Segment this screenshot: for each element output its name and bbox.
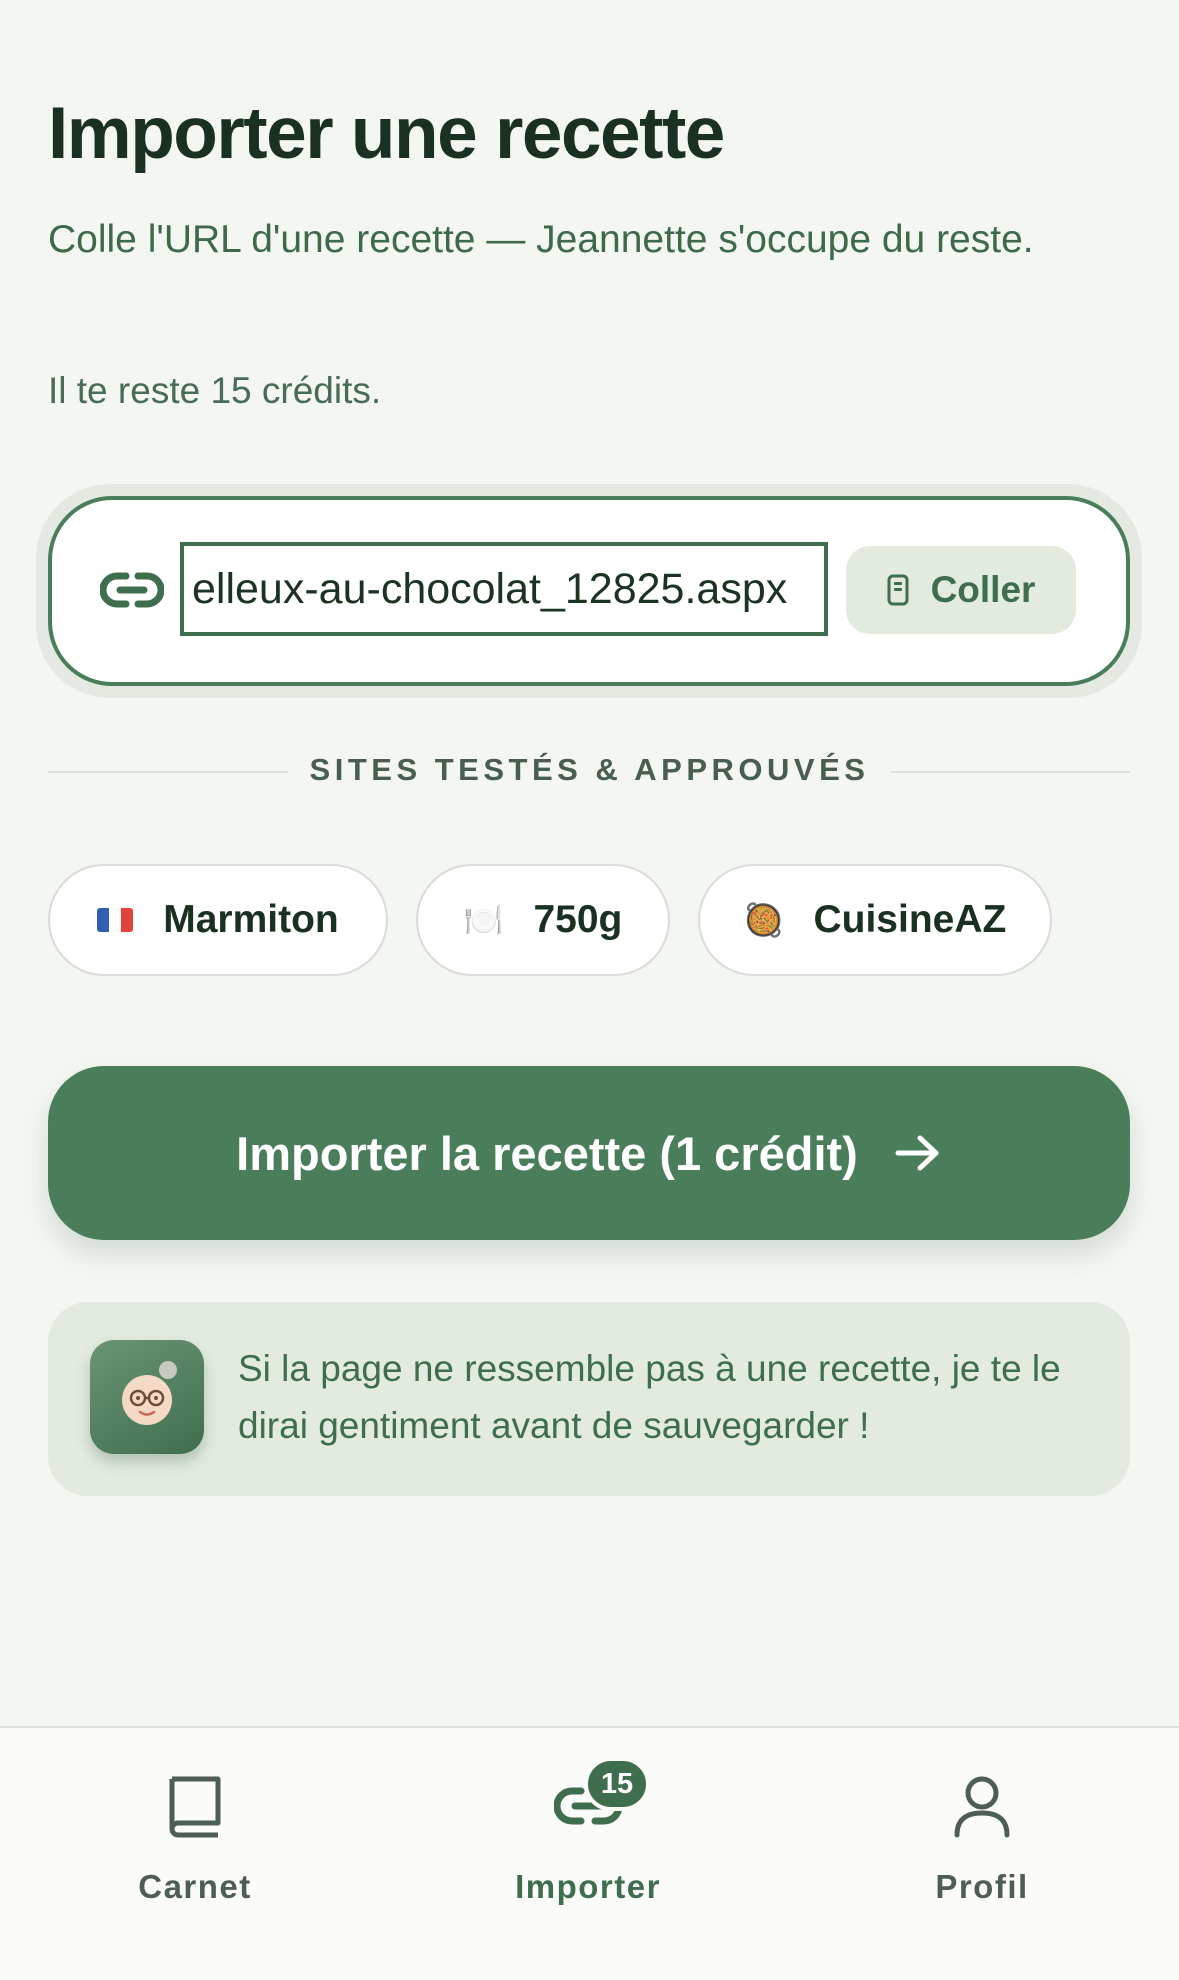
import-button-label: Importer la recette (1 crédit) — [236, 1126, 858, 1180]
site-chip-cuisineaz[interactable]: 🥘 CuisineAZ — [698, 864, 1052, 976]
plate-cutlery-icon: 🍽️ — [463, 902, 504, 938]
import-screen: Importer une recette Colle l'URL d'une r… — [0, 0, 1179, 1980]
page-subtitle: Colle l'URL d'une recette — Jeannette s'… — [48, 218, 1034, 261]
nav-label: Importer — [515, 1868, 661, 1905]
paella-icon: 🥘 — [743, 902, 784, 938]
site-chip-label: CuisineAZ — [813, 898, 1007, 941]
book-icon — [169, 1776, 221, 1838]
nav-label: Carnet — [138, 1868, 252, 1905]
nav-label: Profil — [935, 1868, 1029, 1905]
recipe-url-input[interactable] — [180, 542, 828, 636]
grandma-avatar — [90, 1340, 204, 1454]
clipboard-icon — [887, 574, 909, 606]
page-title: Importer une recette — [48, 93, 725, 174]
arrow-right-icon — [895, 1135, 939, 1171]
sites-heading: SITES TESTÉS & APPROUVÉS — [309, 752, 870, 787]
site-chip-750g[interactable]: 🍽️ 750g — [416, 864, 670, 976]
site-chip-marmiton[interactable]: Marmiton — [48, 864, 388, 976]
credits-remaining: Il te reste 15 crédits. — [48, 370, 382, 411]
link-icon — [100, 572, 164, 608]
site-chip-label: 750g — [533, 898, 623, 941]
nav-item-carnet[interactable]: Carnet — [65, 1766, 325, 1916]
france-flag-icon — [97, 908, 134, 932]
import-credits-badge: 15 — [584, 1757, 650, 1811]
import-recipe-button[interactable]: Importer la recette (1 crédit) — [48, 1066, 1130, 1240]
nav-item-profil[interactable]: Profil — [852, 1766, 1112, 1916]
site-chip-label: Marmiton — [163, 898, 339, 941]
person-icon — [954, 1776, 1010, 1838]
paste-button-label: Coller — [930, 569, 1036, 610]
paste-button[interactable]: Coller — [846, 546, 1076, 634]
info-text: Si la page ne ressemble pas à une recett… — [238, 1348, 1061, 1446]
